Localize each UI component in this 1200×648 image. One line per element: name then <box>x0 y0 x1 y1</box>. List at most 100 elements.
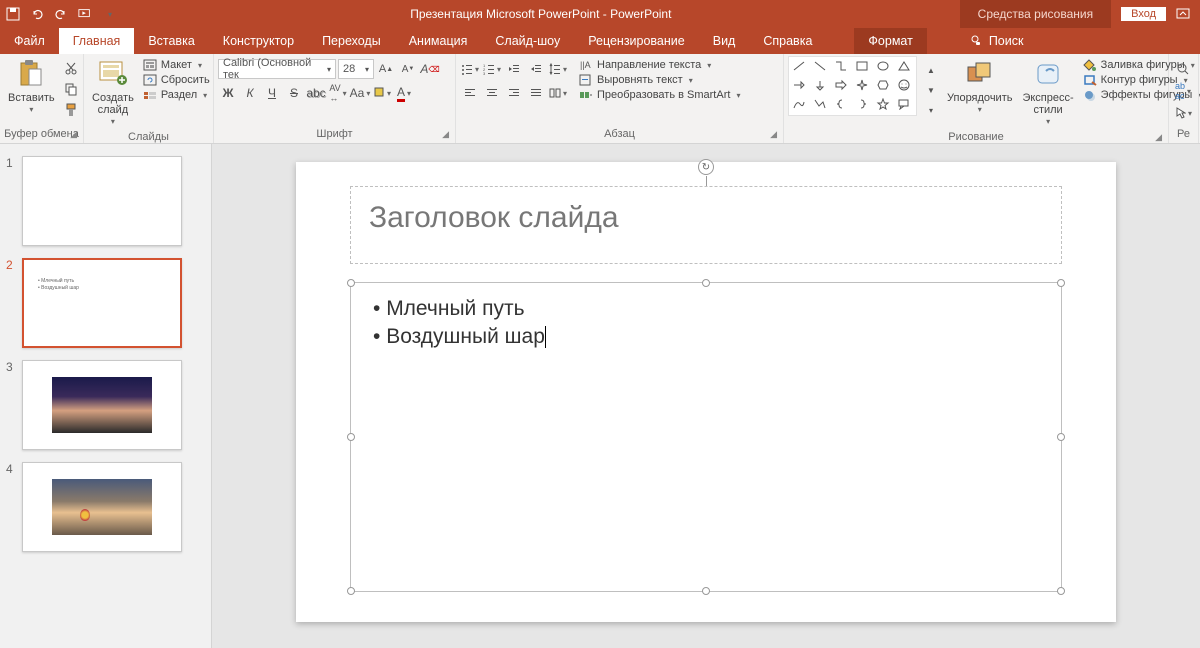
arrange-button[interactable]: Упорядочить▾ <box>943 56 1016 117</box>
content-textbox[interactable]: Млечный путь Воздушный шар <box>350 282 1062 592</box>
shape-rect-icon[interactable] <box>853 58 871 74</box>
launcher-icon[interactable]: ◢ <box>70 129 77 140</box>
resize-handle[interactable] <box>702 279 710 287</box>
clear-formatting-icon[interactable]: A⌫ <box>420 59 440 79</box>
tab-view[interactable]: Вид <box>699 28 750 54</box>
shape-connector-icon[interactable] <box>832 58 850 74</box>
align-right-icon[interactable] <box>504 83 524 103</box>
shape-line2-icon[interactable] <box>811 58 829 74</box>
shape-triangle-icon[interactable] <box>895 58 913 74</box>
layout-button[interactable]: Макет <box>140 58 213 72</box>
shape-star4-icon[interactable] <box>853 77 871 93</box>
gallery-more-icon[interactable]: ▾ <box>921 100 941 120</box>
undo-icon[interactable] <box>30 7 44 21</box>
cut-icon[interactable] <box>61 58 81 78</box>
thumbnail-2[interactable]: 2 • Млечный путь• Воздушный шар <box>0 254 211 356</box>
increase-font-icon[interactable]: A▲ <box>376 59 396 79</box>
tab-transitions[interactable]: Переходы <box>308 28 395 54</box>
underline-icon[interactable]: Ч <box>262 83 282 103</box>
gallery-up-icon[interactable]: ▲ <box>921 60 941 80</box>
bullet-list[interactable]: Млечный путь Воздушный шар <box>351 283 1061 363</box>
select-icon[interactable] <box>1173 103 1193 123</box>
shape-smiley-icon[interactable] <box>895 77 913 93</box>
login-button[interactable]: Вход <box>1121 7 1166 21</box>
launcher-icon[interactable]: ◢ <box>442 129 449 140</box>
resize-handle[interactable] <box>702 587 710 595</box>
ribbon-display-options-icon[interactable] <box>1176 7 1190 21</box>
title-placeholder[interactable]: Заголовок слайда ↻ <box>350 186 1062 264</box>
columns-icon[interactable] <box>548 83 568 103</box>
shape-hexagon-icon[interactable] <box>874 77 892 93</box>
tab-design[interactable]: Конструктор <box>209 28 308 54</box>
shape-block-arrow-icon[interactable] <box>832 77 850 93</box>
align-left-icon[interactable] <box>460 83 480 103</box>
shape-oval-icon[interactable] <box>874 58 892 74</box>
rotate-handle-icon[interactable]: ↻ <box>698 159 714 175</box>
decrease-font-icon[interactable]: A▼ <box>398 59 418 79</box>
thumbnail-preview[interactable] <box>22 462 182 552</box>
slide-canvas-area[interactable]: Заголовок слайда ↻ Млечный путь Воздушны… <box>212 144 1200 648</box>
justify-icon[interactable] <box>526 83 546 103</box>
bullet-item[interactable]: Воздушный шар <box>373 323 1039 351</box>
thumbnail-preview[interactable] <box>22 360 182 450</box>
tab-review[interactable]: Рецензирование <box>574 28 699 54</box>
tab-slideshow[interactable]: Слайд-шоу <box>481 28 574 54</box>
replace-icon[interactable]: abac <box>1173 81 1193 101</box>
slide-thumbnails-panel[interactable]: 1 2 • Млечный путь• Воздушный шар 3 4 <box>0 144 212 648</box>
thumbnail-3[interactable]: 3 <box>0 356 211 458</box>
strikethrough-icon[interactable]: S <box>284 83 304 103</box>
text-direction-button[interactable]: ||AНаправление текста <box>576 58 743 72</box>
resize-handle[interactable] <box>347 587 355 595</box>
shape-rbrace-icon[interactable] <box>853 96 871 112</box>
increase-indent-icon[interactable] <box>526 59 546 79</box>
font-size-combo[interactable]: 28▾ <box>338 59 374 79</box>
align-text-button[interactable]: Выровнять текст <box>576 73 743 87</box>
save-icon[interactable] <box>6 7 20 21</box>
thumbnail-preview[interactable]: • Млечный путь• Воздушный шар <box>22 258 182 348</box>
copy-icon[interactable] <box>61 79 81 99</box>
launcher-icon[interactable]: ◢ <box>770 129 777 140</box>
shape-freeform-icon[interactable] <box>811 96 829 112</box>
decrease-indent-icon[interactable] <box>504 59 524 79</box>
shape-curve-icon[interactable] <box>790 96 808 112</box>
thumbnail-preview[interactable] <box>22 156 182 246</box>
highlight-icon[interactable] <box>372 83 392 103</box>
tell-me-search[interactable]: Поиск <box>955 28 1038 54</box>
shapes-gallery[interactable] <box>788 56 917 116</box>
shadow-icon[interactable]: abc <box>306 83 326 103</box>
resize-handle[interactable] <box>1057 279 1065 287</box>
font-name-combo[interactable]: Calibri (Основной тек▾ <box>218 59 336 79</box>
gallery-down-icon[interactable]: ▼ <box>921 80 941 100</box>
tab-format[interactable]: Формат <box>854 28 926 54</box>
section-button[interactable]: Раздел <box>140 88 213 102</box>
shape-line-icon[interactable] <box>790 58 808 74</box>
tab-file[interactable]: Файл <box>0 28 59 54</box>
qat-customize-icon[interactable] <box>102 7 116 21</box>
thumbnail-4[interactable]: 4 <box>0 458 211 560</box>
shape-callout-icon[interactable] <box>895 96 913 112</box>
shape-lbrace-icon[interactable] <box>832 96 850 112</box>
format-painter-icon[interactable] <box>61 100 81 120</box>
tab-insert[interactable]: Вставка <box>134 28 208 54</box>
resize-handle[interactable] <box>347 279 355 287</box>
line-spacing-icon[interactable] <box>548 59 568 79</box>
resize-handle[interactable] <box>347 433 355 441</box>
tab-help[interactable]: Справка <box>749 28 826 54</box>
paste-button[interactable]: Вставить ▾ <box>4 56 59 117</box>
resize-handle[interactable] <box>1057 587 1065 595</box>
tab-home[interactable]: Главная <box>59 28 135 54</box>
slide[interactable]: Заголовок слайда ↻ Млечный путь Воздушны… <box>296 162 1116 622</box>
smartart-button[interactable]: Преобразовать в SmartArt <box>576 88 743 102</box>
numbering-icon[interactable]: 123 <box>482 59 502 79</box>
quick-styles-button[interactable]: Экспресс-стили▾ <box>1018 56 1077 129</box>
char-spacing-icon[interactable]: AV↔ <box>328 83 348 103</box>
new-slide-button[interactable]: Создать слайд ▾ <box>88 56 138 129</box>
tab-animation[interactable]: Анимация <box>395 28 482 54</box>
shape-star5-icon[interactable] <box>874 96 892 112</box>
shape-arrow-r-icon[interactable] <box>790 77 808 93</box>
reset-button[interactable]: Сбросить <box>140 73 213 87</box>
italic-icon[interactable]: К <box>240 83 260 103</box>
shape-arrow-d-icon[interactable] <box>811 77 829 93</box>
find-icon[interactable] <box>1173 59 1193 79</box>
thumbnail-1[interactable]: 1 <box>0 152 211 254</box>
